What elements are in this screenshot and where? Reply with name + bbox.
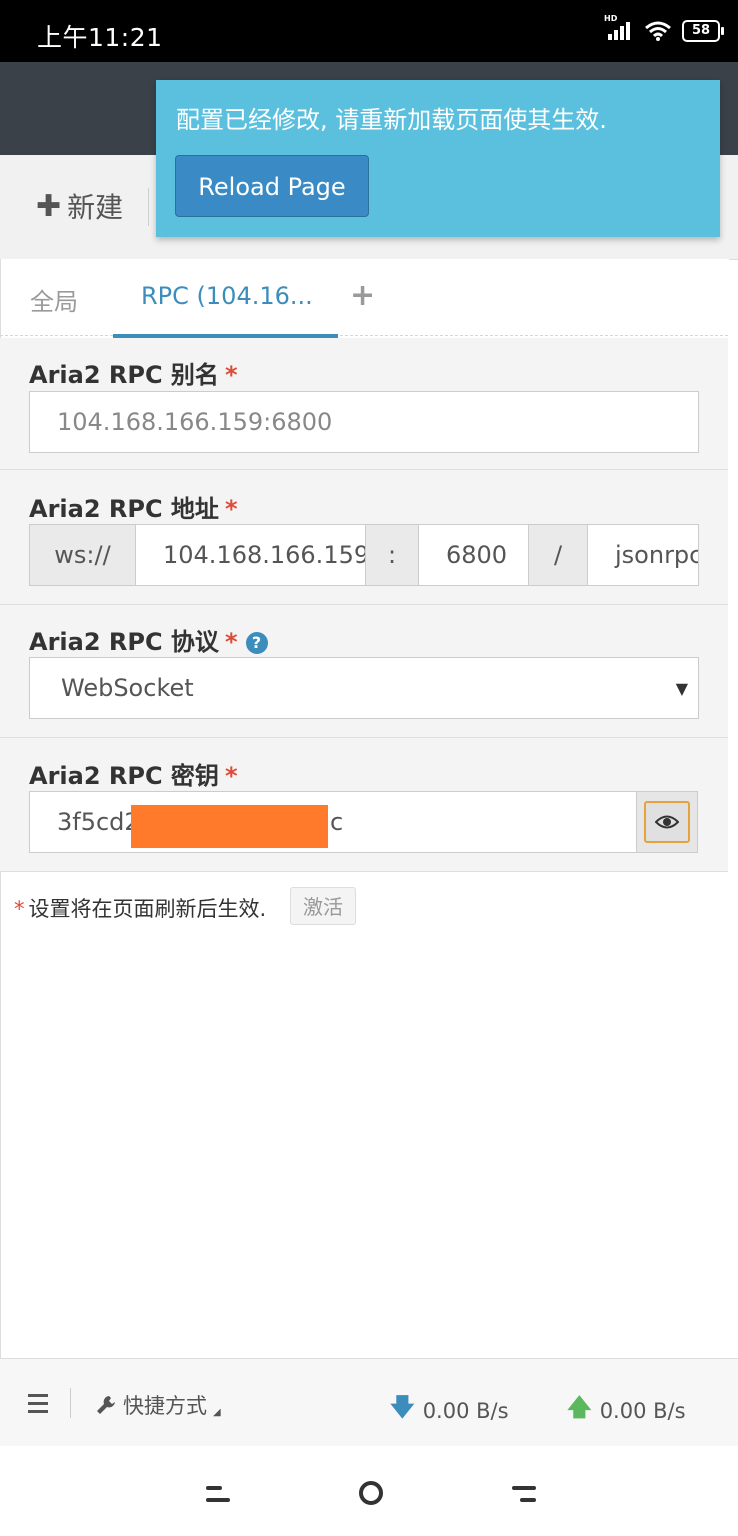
path-separator: /: [528, 524, 588, 586]
hd-label: HD: [604, 14, 618, 23]
wrench-icon: [97, 1396, 115, 1414]
show-secret-button[interactable]: [636, 791, 698, 853]
tab-global[interactable]: 全局: [30, 282, 78, 317]
plus-icon: ✚: [36, 188, 62, 224]
protocol-scheme-addon: ws://: [29, 524, 136, 586]
menu-nav-icon[interactable]: [204, 1480, 232, 1508]
settings-note: * 设置将在页面刷新后生效.: [14, 897, 267, 921]
download-speed: 🡇 0.00 B/s: [390, 1390, 509, 1431]
activate-button[interactable]: 激活: [290, 887, 356, 925]
eye-icon: [644, 801, 690, 843]
arrow-down-icon: 🡇: [390, 1393, 415, 1421]
footer-divider: [70, 1388, 71, 1418]
arrow-up-icon: 🡅: [567, 1393, 592, 1421]
alias-label: Aria2 RPC 别名 *: [29, 361, 238, 389]
add-rpc-tab-button[interactable]: +: [350, 278, 375, 313]
protocol-label: Aria2 RPC 协议 *?: [29, 622, 268, 657]
upload-speed-value: 0.00 B/s: [599, 1398, 686, 1423]
rpc-protocol-select[interactable]: WebSocket ▼: [29, 657, 699, 719]
secret-value-end: c: [330, 808, 344, 836]
battery-indicator: 58: [682, 20, 724, 42]
secret-label: Aria2 RPC 密钥 *: [29, 762, 238, 790]
status-time: 上午11:21: [37, 23, 163, 52]
tab-rpc[interactable]: RPC (104.16...: [141, 282, 313, 310]
download-speed-value: 0.00 B/s: [422, 1398, 509, 1423]
secret-value-start: 3f5cd2: [57, 808, 140, 836]
shortcut-label: 快捷方式: [123, 1394, 207, 1418]
hamburger-menu-icon[interactable]: [28, 1394, 48, 1418]
toolbar-divider: [148, 188, 149, 226]
notification-message: 配置已经修改, 请重新加载页面使其生效.: [176, 106, 607, 134]
shortcut-menu-button[interactable]: 快捷方式 ◢: [95, 1390, 221, 1420]
host-port-separator: :: [365, 524, 419, 586]
status-bar: 上午11:21 HD 58: [0, 0, 738, 62]
rpc-alias-input[interactable]: 104.168.166.159:6800: [29, 391, 699, 453]
wifi-icon: [645, 21, 671, 41]
home-nav-icon[interactable]: [358, 1480, 384, 1506]
redaction-overlay: [131, 805, 328, 848]
address-label: Aria2 RPC 地址 *: [29, 495, 238, 523]
new-task-button[interactable]: ✚ 新建: [36, 186, 123, 226]
upload-speed: 🡅 0.00 B/s: [567, 1390, 686, 1431]
help-icon[interactable]: ?: [245, 632, 268, 654]
protocol-selected-value: WebSocket: [61, 674, 194, 702]
back-nav-icon[interactable]: [510, 1480, 538, 1508]
signal-icon: HD: [604, 14, 634, 42]
rpc-port-input[interactable]: 6800: [418, 524, 529, 586]
status-icons: HD 58: [604, 14, 724, 42]
reload-page-button[interactable]: Reload Page: [175, 155, 369, 217]
new-task-label: 新建: [67, 191, 124, 224]
rpc-path-input[interactable]: jsonrpc: [587, 524, 699, 586]
rpc-secret-input[interactable]: 3f5cd2 c: [29, 791, 637, 853]
config-changed-notification: 配置已经修改, 请重新加载页面使其生效. Reload Page: [156, 80, 720, 237]
caret-icon: ◢: [213, 1406, 221, 1418]
rpc-host-input[interactable]: 104.168.166.159: [135, 524, 366, 586]
chevron-down-icon: ▼: [675, 678, 688, 698]
